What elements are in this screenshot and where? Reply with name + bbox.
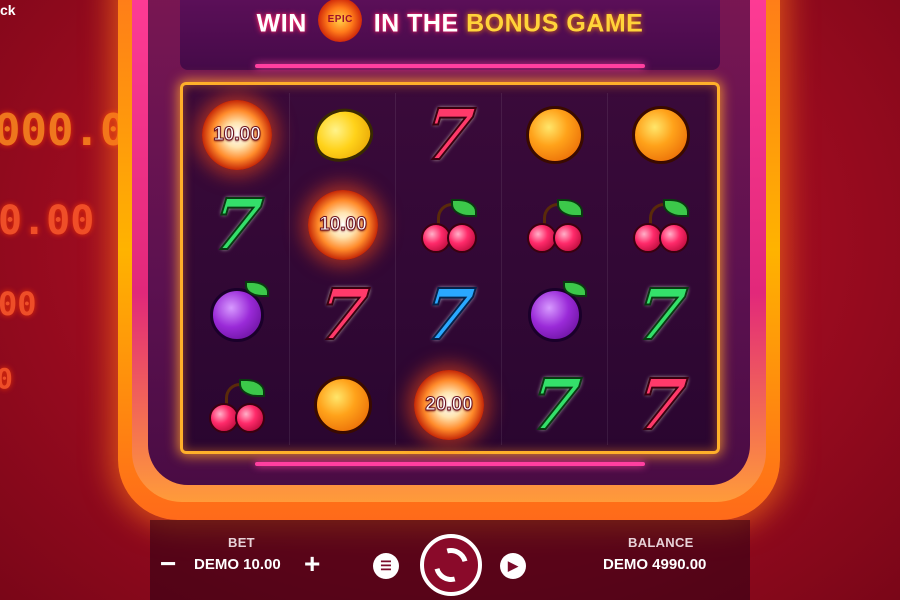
- reel-cell: [503, 270, 607, 360]
- reel-cell: [609, 90, 713, 180]
- seven-green-symbol: 7: [631, 272, 690, 357]
- reel-cell: 7: [185, 180, 289, 270]
- neon-divider-top: [255, 64, 645, 68]
- reel-cell: 20.00: [397, 360, 501, 450]
- reel-cell: [609, 180, 713, 270]
- increase-bet-button[interactable]: +: [304, 550, 320, 578]
- seven-red-symbol: 7: [313, 272, 372, 357]
- decrease-bet-button[interactable]: −: [160, 550, 176, 578]
- autoplay-settings-button[interactable]: ☰: [373, 553, 399, 579]
- cherry-symbol: [419, 197, 479, 253]
- left-panel-label: ck: [0, 2, 16, 18]
- reel-cell: [291, 90, 395, 180]
- coin-value: 10.00: [213, 124, 262, 146]
- plum-symbol: [210, 281, 269, 342]
- lemon-symbol: [305, 100, 381, 170]
- reel-cell: [503, 180, 607, 270]
- reel-cell: 10.00: [291, 180, 395, 270]
- reel-cell: 7: [291, 270, 395, 360]
- banner-in-the: IN THE: [373, 9, 459, 38]
- spin-icon: [427, 541, 475, 589]
- reel-grid: 10.00 7 10.00 7 7 7 20.00 7 7 7: [180, 82, 720, 454]
- coin-value: 10.00: [319, 214, 368, 236]
- seven-red-symbol: 7: [631, 362, 690, 447]
- orange-symbol: [632, 106, 690, 164]
- seven-red-symbol: 7: [419, 92, 478, 177]
- plum-symbol: [528, 281, 587, 342]
- reel-cell: 7: [397, 90, 501, 180]
- reel-column: 7: [503, 88, 607, 450]
- bonus-coin-symbol: 10.00: [202, 100, 272, 170]
- bonus-banner: WIN EPIC IN THE BONUS GAME: [180, 0, 720, 42]
- seven-green-symbol: 7: [525, 362, 584, 447]
- reel-cell: 7: [503, 360, 607, 450]
- reel-column: 10.00 7: [185, 88, 289, 450]
- reel-cell: [291, 360, 395, 450]
- jackpot-value-4: 0: [0, 362, 13, 395]
- reel-column: 77: [609, 88, 713, 450]
- reel-column: 10.00 7: [291, 88, 395, 450]
- bet-value: DEMO 10.00: [194, 556, 281, 573]
- reel-column: 7 7 20.00: [397, 88, 501, 450]
- turbo-play-button[interactable]: ▶: [500, 553, 526, 579]
- turbo-play-icon: ▶: [508, 558, 518, 573]
- seven-blue-symbol: 7: [419, 272, 478, 357]
- cherry-symbol: [207, 377, 267, 433]
- bonus-coin-symbol: 20.00: [414, 370, 484, 440]
- neon-divider-bottom: [255, 462, 645, 466]
- reel-separator: [395, 93, 396, 445]
- spin-button[interactable]: [420, 534, 482, 596]
- jackpot-value-3: 00: [0, 285, 37, 323]
- reel-cell: 7: [397, 270, 501, 360]
- epic-badge: EPIC: [318, 0, 363, 42]
- reel-cell: 10.00: [185, 90, 289, 180]
- reel-separator: [289, 93, 290, 445]
- orange-symbol: [526, 106, 584, 164]
- cherry-symbol: [525, 197, 585, 253]
- reel-cell: [397, 180, 501, 270]
- orange-symbol: [314, 376, 372, 434]
- reel-cell: 7: [609, 270, 713, 360]
- jackpot-value-2: 0.00: [0, 198, 95, 244]
- bet-label: BET: [228, 535, 255, 550]
- balance-label: BALANCE: [628, 535, 694, 550]
- banner-bonus-game: BONUS GAME: [466, 9, 644, 38]
- reel-cell: [185, 270, 289, 360]
- reel-cell: [185, 360, 289, 450]
- banner-win: WIN: [256, 9, 307, 38]
- coin-value: 20.00: [425, 394, 474, 416]
- reel-cell: [503, 90, 607, 180]
- reel-cell: 7: [609, 360, 713, 450]
- cherry-symbol: [631, 197, 691, 253]
- seven-green-symbol: 7: [207, 182, 266, 267]
- bonus-coin-symbol: 10.00: [308, 190, 378, 260]
- autoplay-settings-icon: ☰: [380, 558, 392, 573]
- reel-separator: [607, 93, 608, 445]
- reel-separator: [501, 93, 502, 445]
- balance-value: DEMO 4990.00: [603, 556, 707, 573]
